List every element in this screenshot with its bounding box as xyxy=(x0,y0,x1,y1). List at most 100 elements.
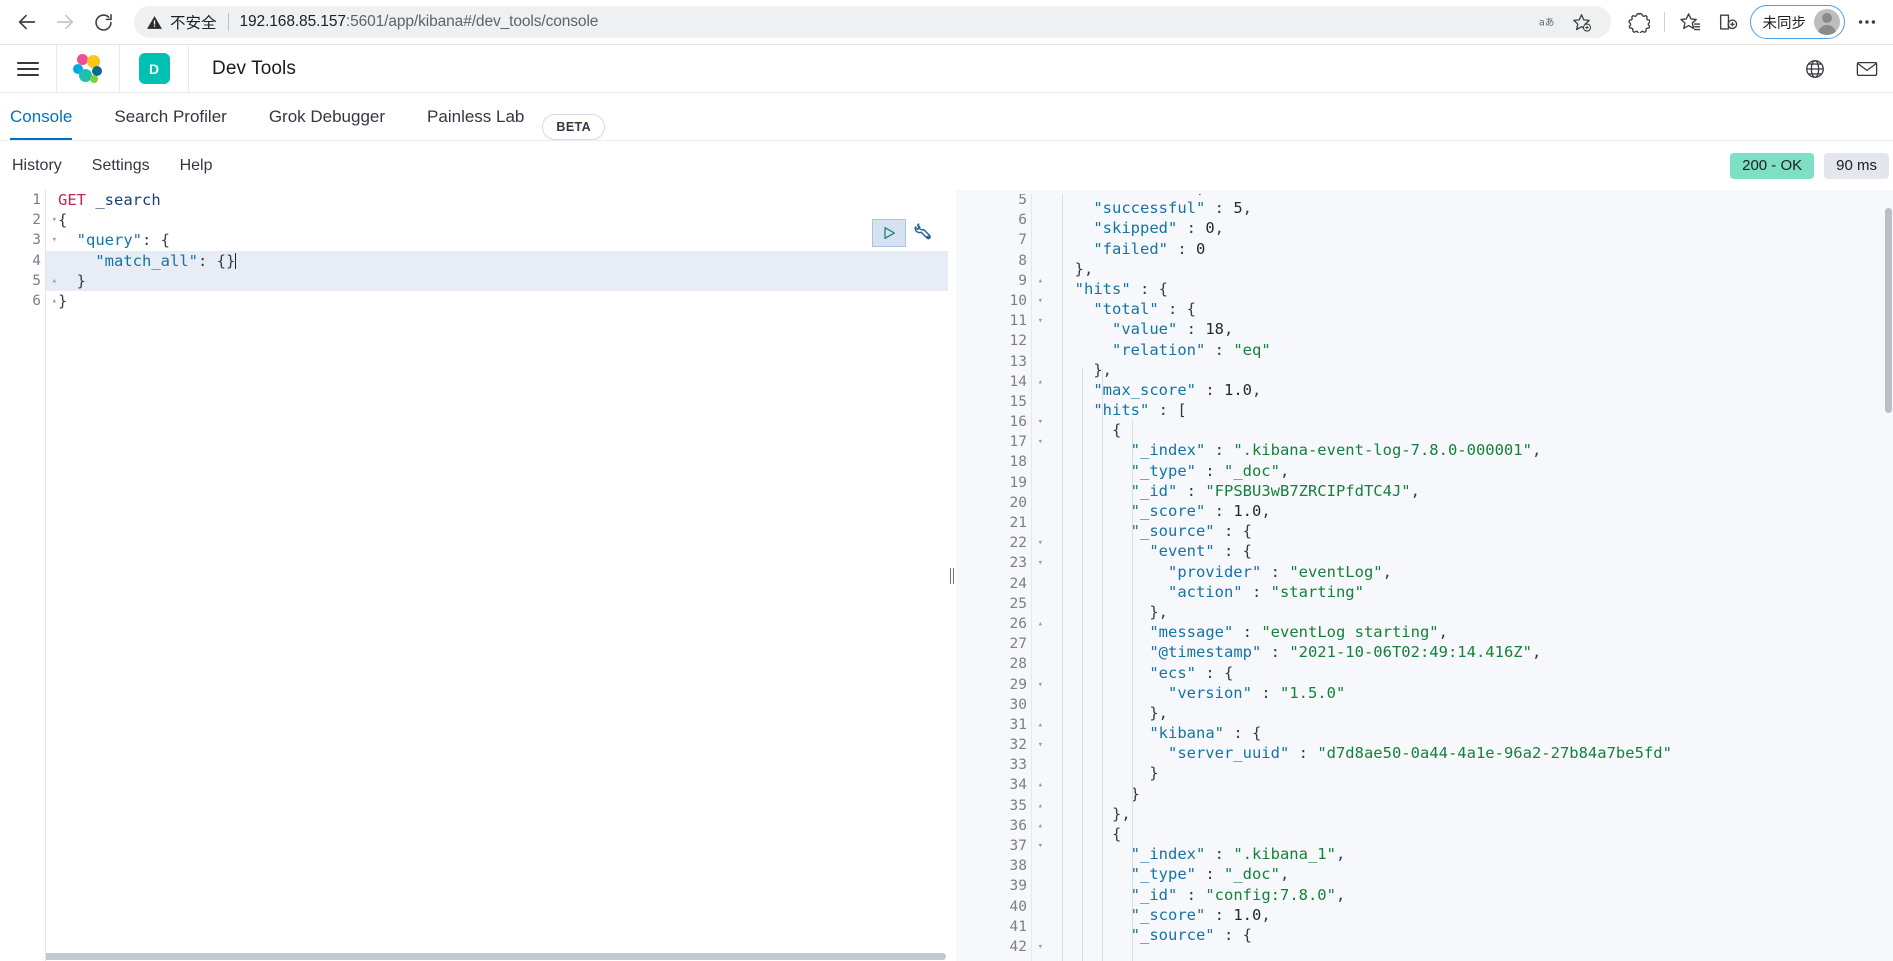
code-token: "total" xyxy=(1093,300,1158,318)
request-editor[interactable]: 12▾3▾45▴6▴ GET _search{ "query": { "matc… xyxy=(0,190,948,961)
fold-open-icon[interactable]: ▾ xyxy=(1031,311,1043,331)
tab-plus-icon[interactable] xyxy=(1710,4,1746,40)
send-request-button[interactable] xyxy=(872,219,906,247)
fold-closed-icon[interactable]: ▴ xyxy=(1031,775,1043,795)
elastic-logo-icon xyxy=(73,54,103,84)
line-number: 36▴ xyxy=(956,816,1031,836)
back-button[interactable] xyxy=(8,3,46,41)
response-vscrollbar[interactable] xyxy=(1885,208,1892,413)
elastic-home-link[interactable] xyxy=(57,45,119,93)
console-editors: 12▾3▾45▴6▴ GET _search{ "query": { "matc… xyxy=(0,190,1893,961)
tab-grok-debugger[interactable]: Grok Debugger xyxy=(269,93,385,140)
kibana-header: D Dev Tools xyxy=(0,45,1893,93)
fold-closed-icon[interactable]: ▴ xyxy=(1031,614,1043,634)
code-token: "_doc" xyxy=(1224,462,1280,480)
code-line: "provider" : "eventLog", xyxy=(1056,562,1672,582)
fold-open-icon[interactable]: ▾ xyxy=(45,210,57,230)
fold-open-icon[interactable]: ▾ xyxy=(1031,533,1043,553)
profile-button[interactable]: 未同步 xyxy=(1750,5,1846,39)
code-token: : xyxy=(1215,542,1243,560)
line-number: 12 xyxy=(956,331,1031,351)
read-aloud-icon[interactable]: aあ xyxy=(1535,7,1565,37)
code-token: 5 xyxy=(1233,199,1242,217)
code-line: "server_uuid" : "d7d8ae50-0a44-4a1e-96a2… xyxy=(1056,743,1672,763)
line-number: 22▾ xyxy=(956,533,1031,553)
fold-closed-icon[interactable]: ▴ xyxy=(1031,816,1043,836)
code-token: "1.5.0" xyxy=(1280,684,1345,702)
console-status: 200 - OK 90 ms xyxy=(1730,153,1893,179)
fold-open-icon[interactable]: ▾ xyxy=(1031,553,1043,573)
line-number: 32▾ xyxy=(956,735,1031,755)
code-token: : xyxy=(1289,744,1317,762)
globe-icon[interactable] xyxy=(1789,45,1841,93)
browser-toolbar: 不安全 192.168.85.157:5601/app/kibana#/dev_… xyxy=(0,0,1893,44)
nav-menu-button[interactable] xyxy=(0,45,56,93)
help-button[interactable]: Help xyxy=(180,157,213,175)
editor-splitter[interactable] xyxy=(948,190,956,961)
code-line: } xyxy=(1056,763,1672,783)
console-toolbar: History Settings Help 200 - OK 90 ms xyxy=(0,141,1893,190)
code-token: , xyxy=(1215,219,1224,237)
code-token: : xyxy=(1215,926,1243,944)
code-token: 1.0 xyxy=(1233,502,1261,520)
fold-open-icon[interactable]: ▾ xyxy=(1031,291,1043,311)
tab-console[interactable]: Console xyxy=(10,93,72,140)
code-token: { xyxy=(1159,280,1168,298)
code-line: "action" : "starting" xyxy=(1056,582,1672,602)
fold-open-icon[interactable]: ▾ xyxy=(1031,735,1043,755)
fold-open-icon[interactable]: ▾ xyxy=(45,230,57,250)
code-line: "@timestamp" : "2021-10-06T02:49:14.416Z… xyxy=(1056,642,1672,662)
fold-closed-icon[interactable]: ▴ xyxy=(1031,271,1043,291)
history-button[interactable]: History xyxy=(12,157,62,175)
code-line: GET _search xyxy=(58,190,236,210)
star-plus-icon[interactable] xyxy=(1567,7,1597,37)
fold-open-icon[interactable]: ▾ xyxy=(1031,412,1043,432)
fold-open-icon[interactable]: ▾ xyxy=(1031,937,1043,957)
code-token: , xyxy=(1411,482,1420,500)
arrow-right-icon xyxy=(54,11,76,33)
code-token: : xyxy=(1205,906,1233,924)
fold-open-icon[interactable]: ▾ xyxy=(1031,432,1043,452)
code-line: "_id" : "FPSBU3wB7ZRCIPfdTC4J", xyxy=(1056,481,1672,501)
line-number: 21 xyxy=(956,513,1031,533)
code-token: }, xyxy=(1149,704,1168,722)
code-token: "hits" xyxy=(1075,280,1131,298)
settings-button[interactable]: Settings xyxy=(92,157,150,175)
fold-closed-icon[interactable]: ▴ xyxy=(45,271,57,291)
code-token: "eventLog starting" xyxy=(1261,623,1438,641)
code-token: , xyxy=(1336,886,1345,904)
mail-icon[interactable] xyxy=(1841,45,1893,93)
fold-closed-icon[interactable]: ▴ xyxy=(1031,372,1043,392)
tab-search-profiler[interactable]: Search Profiler xyxy=(114,93,226,140)
line-number: 5▴ xyxy=(0,271,45,291)
fold-closed-icon[interactable]: ▴ xyxy=(45,291,57,311)
fold-open-icon[interactable]: ▾ xyxy=(1031,836,1043,856)
wrench-icon xyxy=(911,221,933,243)
response-editor[interactable]: 56789▴10▾11▾121314▴1516▾17▾1819202122▾23… xyxy=(956,190,1893,961)
forward-button[interactable] xyxy=(46,3,84,41)
address-bar[interactable]: 不安全 192.168.85.157:5601/app/kibana#/dev_… xyxy=(134,6,1611,38)
code-token: , xyxy=(1383,563,1392,581)
code-token xyxy=(1056,320,1112,338)
line-number: 11▾ xyxy=(956,311,1031,331)
request-actions-menu[interactable] xyxy=(911,221,933,248)
code-line: }, xyxy=(1056,360,1672,380)
code-token xyxy=(1056,906,1131,924)
fold-closed-icon[interactable]: ▴ xyxy=(1031,715,1043,735)
favorites-list-icon[interactable] xyxy=(1672,4,1708,40)
code-token: { xyxy=(1243,926,1252,944)
ellipsis-icon[interactable] xyxy=(1849,4,1885,40)
collections-icon[interactable] xyxy=(1621,4,1657,40)
line-number: 30 xyxy=(956,695,1031,715)
line-number: 3▾ xyxy=(0,230,45,250)
fold-closed-icon[interactable]: ▴ xyxy=(1031,796,1043,816)
line-number: 19 xyxy=(956,473,1031,493)
tab-painless-lab[interactable]: Painless Lab xyxy=(427,93,524,140)
code-token xyxy=(1056,522,1131,540)
reload-button[interactable] xyxy=(84,3,122,41)
line-number: 28 xyxy=(956,654,1031,674)
request-hscrollbar[interactable] xyxy=(0,953,946,960)
fold-open-icon[interactable]: ▾ xyxy=(1031,675,1043,695)
request-code[interactable]: GET _search{ "query": { "match_all": {} … xyxy=(58,190,236,311)
code-token xyxy=(1056,886,1131,904)
